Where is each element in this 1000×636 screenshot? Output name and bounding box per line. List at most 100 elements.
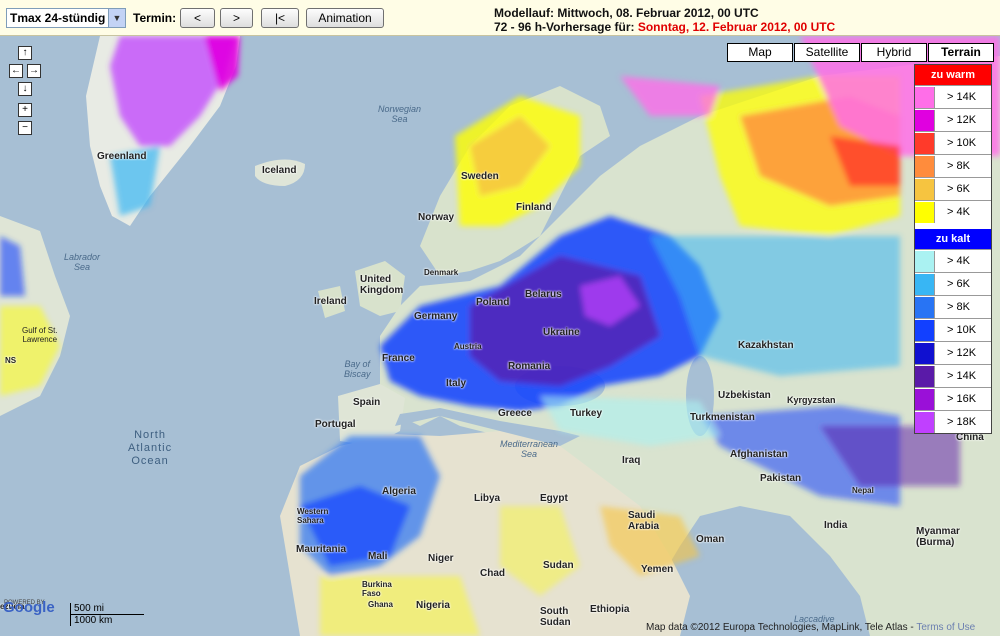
zoom-in-button[interactable]: + [18, 103, 32, 117]
label-iraq: Iraq [622, 455, 641, 466]
label-iceland: Iceland [262, 165, 297, 176]
label-ukraine: Ukraine [543, 327, 580, 338]
forecast-text: 72 - 96 h-Vorhersage für: Sonntag, 12. F… [494, 20, 835, 34]
legend-warm-swatch [915, 109, 935, 131]
label-sudan: Sudan [543, 560, 574, 571]
legend-cold-swatch [915, 365, 935, 387]
legend-cold-swatch [915, 388, 935, 410]
label-labrador-sea: Labrador Sea [64, 252, 101, 272]
product-select[interactable]: Tmax 24-stündig ▼ [6, 8, 126, 28]
pan-down-button[interactable]: ↓ [18, 82, 32, 96]
forecast-date: Sonntag, 12. Februar 2012, 00 UTC [637, 20, 836, 34]
legend-cold-row: > 12K [915, 341, 991, 364]
label-chad: Chad [480, 568, 505, 579]
map-type-terrain-button[interactable]: Terrain [928, 43, 994, 62]
zoom-out-button[interactable]: − [18, 121, 32, 135]
label-norway: Norway [418, 212, 455, 223]
label-france: France [382, 353, 415, 364]
scale-miles: 500 mi [70, 603, 144, 615]
label-poland: Poland [476, 297, 510, 308]
pan-up-button[interactable]: ↑ [18, 46, 32, 60]
label-south-sudan: South Sudan [540, 606, 571, 628]
map-type-hybrid-button[interactable]: Hybrid [861, 43, 927, 62]
legend-warm-swatch [915, 155, 935, 177]
label-germany: Germany [414, 311, 458, 322]
label-portugal: Portugal [315, 419, 356, 430]
map-type-map-button[interactable]: Map [727, 43, 793, 62]
label-norwegian-sea: Norwegian Sea [378, 104, 422, 124]
label-sweden: Sweden [461, 171, 499, 182]
terms-link[interactable]: Terms of Use [916, 622, 975, 633]
legend-warm-label: > 4K [947, 206, 970, 218]
label-yemen: Yemen [641, 564, 674, 575]
label-afghanistan: Afghanistan [730, 449, 788, 460]
next-button[interactable]: > [220, 8, 253, 28]
label-india: India [824, 520, 848, 531]
label-nigeria: Nigeria [416, 600, 450, 611]
legend-cold-swatch [915, 273, 935, 295]
legend-warm-row: > 8K [915, 154, 991, 177]
modellauf-text: Modellauf: Mittwoch, 08. Februar 2012, 0… [494, 6, 759, 20]
label-kyrgyzstan: Kyrgyzstan [787, 395, 836, 405]
forecast-prefix: 72 - 96 h-Vorhersage für: [494, 20, 638, 34]
legend-cold-label: > 18K [947, 416, 977, 428]
toolbar: Tmax 24-stündig ▼ Termin: < > |< Animati… [0, 0, 1000, 36]
google-logo-text: Google [3, 599, 55, 616]
chevron-down-icon[interactable]: ▼ [108, 9, 125, 27]
label-mauritania: Mauritania [296, 544, 347, 555]
legend-cold-row: > 4K [915, 249, 991, 272]
label-mali: Mali [368, 551, 388, 562]
legend-warm-label: > 14K [947, 91, 977, 103]
label-niger: Niger [428, 553, 454, 564]
label-turkey: Turkey [570, 408, 603, 419]
label-united-kingdom: United Kingdom [360, 274, 404, 296]
legend-cold-label: > 10K [947, 324, 977, 336]
label-north-atlantic-ocean: North Atlantic Ocean [128, 429, 173, 467]
label-oman: Oman [696, 534, 725, 545]
legend-warm-label: > 12K [947, 114, 977, 126]
label-algeria: Algeria [382, 486, 416, 497]
legend-cold-row: > 16K [915, 387, 991, 410]
label-italy: Italy [446, 378, 467, 389]
legend-cold-title: zu kalt [915, 229, 991, 249]
legend-warm-label: > 6K [947, 183, 970, 195]
google-logo[interactable]: Google [3, 599, 55, 616]
legend-cold-row: > 14K [915, 364, 991, 387]
map-background [0, 36, 1000, 636]
product-select-value: Tmax 24-stündig [10, 11, 106, 25]
scale-km: 1000 km [70, 615, 144, 626]
label-ireland: Ireland [314, 296, 347, 307]
label-finland: Finland [516, 202, 552, 213]
attribution: Map data ©2012 Europa Technologies, MapL… [646, 622, 975, 633]
scale-bar: 500 mi 1000 km [70, 603, 144, 626]
legend-warm-row: > 12K [915, 108, 991, 131]
label-denmark: Denmark [424, 268, 459, 277]
label-saudi-arabia: Saudi Arabia [628, 510, 660, 532]
label-spain: Spain [353, 397, 381, 408]
legend-cold-row: > 10K [915, 318, 991, 341]
legend-cold-label: > 16K [947, 393, 977, 405]
legend-cold-label: > 8K [947, 301, 970, 313]
legend-warm-row: > 14K [915, 85, 991, 108]
legend-cold-row: > 6K [915, 272, 991, 295]
map-type-satellite-button[interactable]: Satellite [794, 43, 860, 62]
map-canvas[interactable]: Greenland Iceland Norwegian Sea Sweden Fi… [0, 36, 1000, 636]
legend-warm-swatch [915, 86, 935, 108]
first-button[interactable]: |< [261, 8, 299, 28]
pan-left-button[interactable]: ← [9, 64, 23, 78]
legend-cold-row: > 8K [915, 295, 991, 318]
label-gulf-st-lawrence: Gulf of St. Lawrence [22, 326, 58, 344]
prev-button[interactable]: < [180, 8, 215, 28]
pan-right-button[interactable]: → [27, 64, 41, 78]
label-ethiopia: Ethiopia [590, 604, 630, 615]
legend-warm-row: > 4K [915, 200, 991, 223]
legend-warm-swatch [915, 132, 935, 154]
label-greenland: Greenland [97, 151, 147, 162]
label-bay-of-biscay: Bay of Biscay [344, 359, 371, 379]
animation-button[interactable]: Animation [306, 8, 384, 28]
legend-warm-row: > 10K [915, 131, 991, 154]
legend-warm-label: > 8K [947, 160, 970, 172]
label-ghana: Ghana [368, 600, 393, 609]
label-austria: Austria [454, 342, 482, 351]
label-pakistan: Pakistan [760, 473, 802, 484]
